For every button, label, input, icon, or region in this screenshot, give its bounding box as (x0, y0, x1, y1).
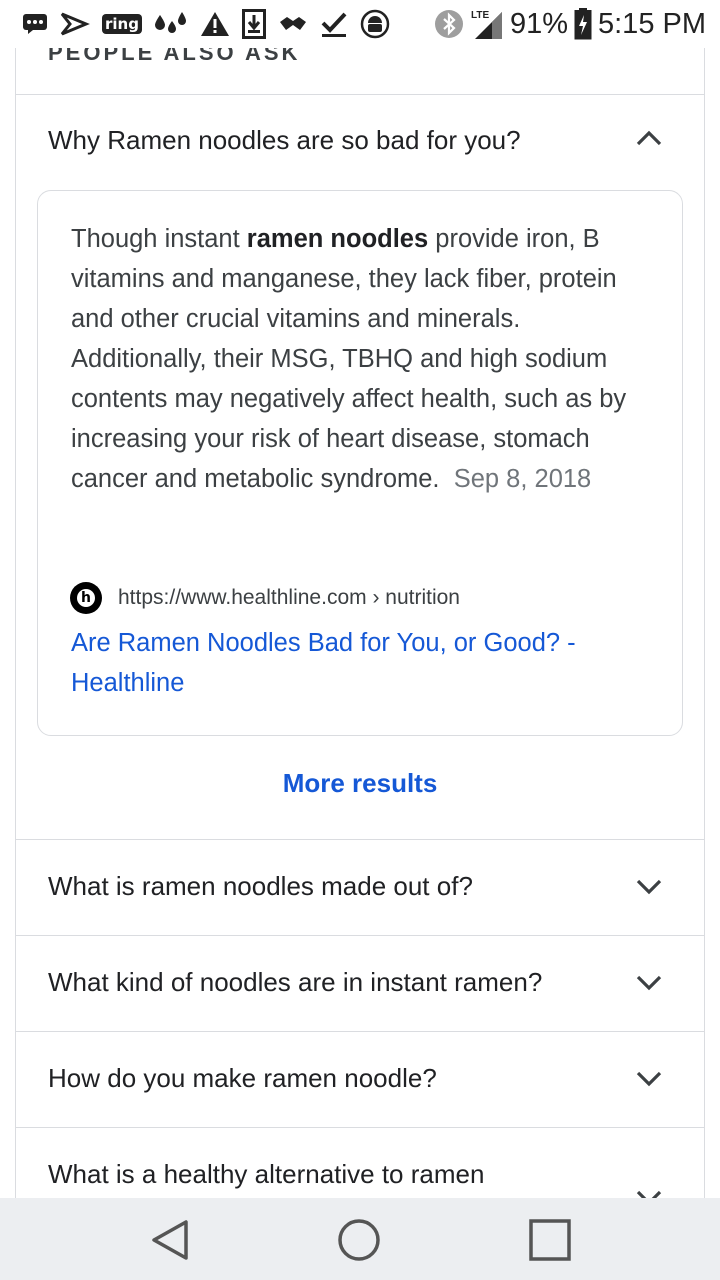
question-row[interactable]: How do you make ramen noodle? (16, 1032, 704, 1127)
question-text: What is ramen noodles made out of? (48, 871, 473, 901)
source-row[interactable]: h https://www.healthline.com › nutrition (70, 582, 460, 614)
question-text: What is a healthy alternative to ramen (48, 1159, 485, 1189)
check-icon (321, 12, 347, 37)
section-header: PEOPLE ALSO ASK (48, 48, 301, 65)
question-text: What kind of noodles are in instant rame… (48, 967, 543, 997)
download-icon (241, 9, 266, 39)
notification-icons: ring (22, 6, 390, 42)
drops-icon (154, 12, 186, 33)
chevron-down-icon[interactable] (636, 879, 662, 895)
clock: 5:15 PM (598, 7, 706, 40)
navigation-bar (0, 1198, 720, 1280)
question-row[interactable]: What kind of noodles are in instant rame… (16, 936, 704, 1031)
answer-bold-term: ramen noodles (246, 225, 429, 253)
chevron-down-icon[interactable] (636, 1071, 662, 1087)
chevron-up-icon[interactable] (636, 130, 662, 146)
recents-icon[interactable] (526, 1216, 574, 1264)
answer-snippet: Though instant ramen noodles provide iro… (71, 225, 627, 493)
back-icon[interactable] (146, 1216, 194, 1264)
answer-date: Sep 8, 2018 (453, 465, 592, 493)
question-text: Why Ramen noodles are so bad for you? (48, 125, 521, 155)
battery-icon (574, 8, 592, 40)
home-icon[interactable] (335, 1216, 383, 1264)
result-link[interactable]: Are Ramen Noodles Bad for You, or Good? … (71, 623, 651, 703)
sprint-icon (60, 12, 90, 36)
question-row[interactable]: What is ramen noodles made out of? (16, 840, 704, 935)
chat-icon (23, 14, 47, 34)
warning-icon (200, 12, 229, 36)
people-also-ask-panel: PEOPLE ALSO ASK Why Ramen noodles are so… (0, 48, 720, 1198)
svg-text:LTE: LTE (471, 10, 489, 21)
more-results-button[interactable]: More results (0, 768, 720, 799)
chevron-down-icon[interactable] (636, 975, 662, 991)
android-icon (360, 9, 390, 39)
chevron-down-icon[interactable] (636, 1190, 662, 1198)
question-row[interactable]: What is a healthy alternative to ramen (16, 1128, 704, 1198)
handshake-icon (279, 17, 306, 30)
battery-percent: 91% (509, 7, 568, 40)
answer-card: Though instant ramen noodles provide iro… (37, 190, 683, 736)
question-text: How do you make ramen noodle? (48, 1063, 437, 1093)
question-expanded[interactable]: Why Ramen noodles are so bad for you? (16, 95, 704, 190)
status-bar: ring LTE 91% 5:15 PM (0, 0, 720, 48)
healthline-favicon-icon: h (70, 582, 102, 614)
panel-border-right (704, 48, 705, 1198)
ring-icon: ring (102, 14, 142, 34)
bluetooth-icon (434, 10, 463, 38)
system-icons: LTE 91% 5:15 PM (434, 6, 706, 42)
signal-icon: LTE (471, 10, 502, 39)
source-url[interactable]: https://www.healthline.com › nutrition (118, 586, 460, 610)
